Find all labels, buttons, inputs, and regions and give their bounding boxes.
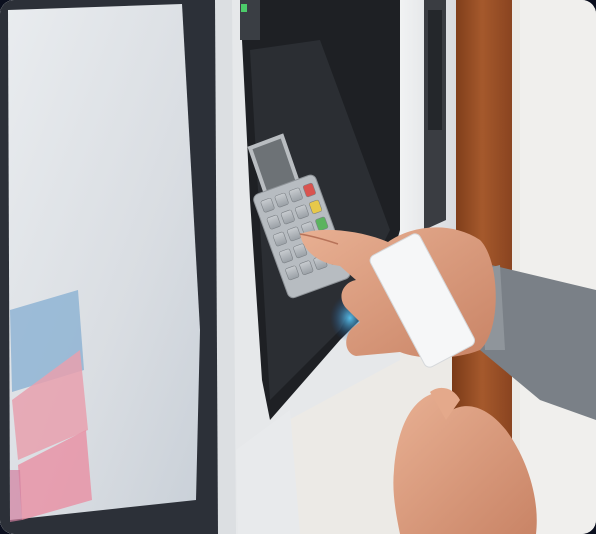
atm-photo <box>0 0 596 534</box>
photo-frame <box>0 0 596 534</box>
